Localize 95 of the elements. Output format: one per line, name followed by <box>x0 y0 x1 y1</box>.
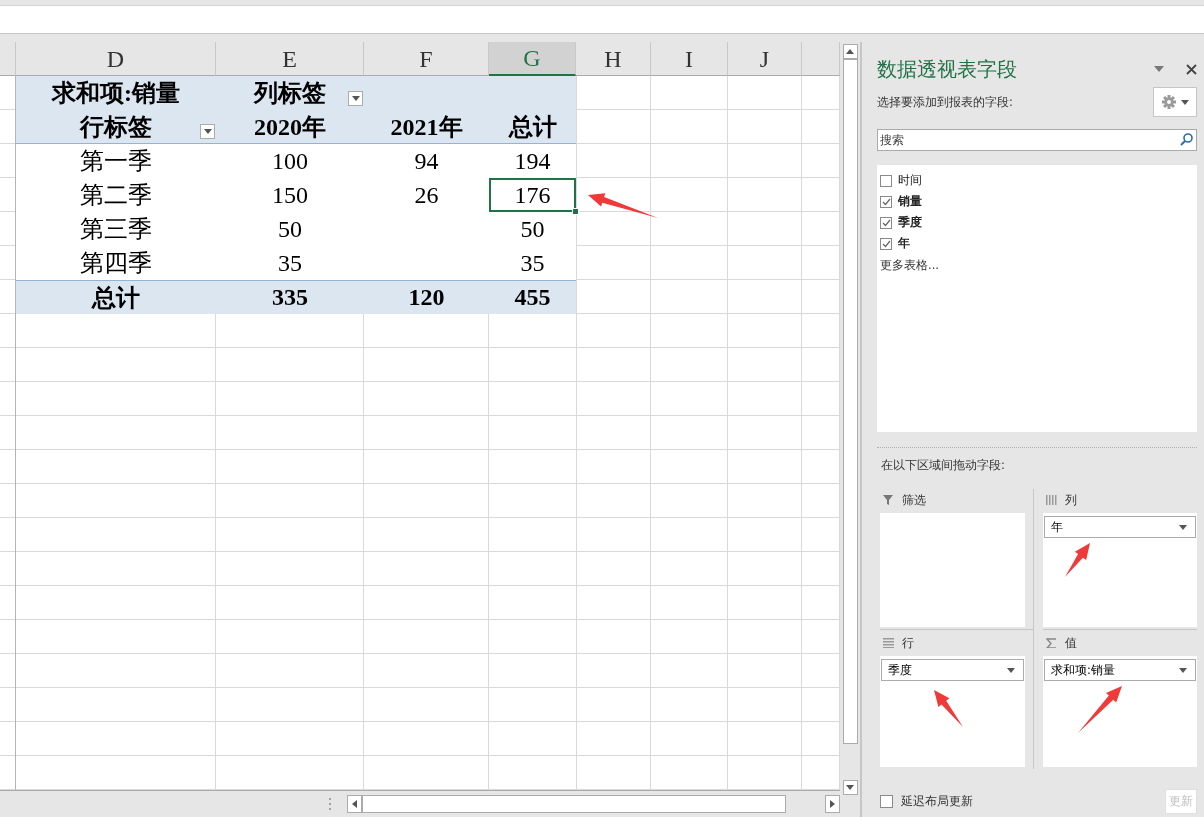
area-label: 筛选 <box>902 491 926 509</box>
checkbox[interactable] <box>880 216 892 229</box>
rows-icon <box>883 638 894 648</box>
table-cell-text: 50 <box>277 214 303 244</box>
scroll-right-button[interactable] <box>825 795 840 813</box>
drop-area[interactable]: 求和项:销量 <box>1043 656 1197 767</box>
caret-icon <box>203 129 212 134</box>
field-dropdown[interactable]: 季度 <box>881 659 1024 681</box>
table-cell-text: 335 <box>271 283 309 312</box>
more-tables-link[interactable]: 更多表格... <box>880 258 939 272</box>
filter-button[interactable] <box>348 91 363 106</box>
pane-title: 数据透视表字段 <box>877 55 1018 83</box>
checkbox[interactable] <box>880 174 892 187</box>
search-field[interactable]: 搜索 <box>877 129 1197 151</box>
filter-button[interactable] <box>200 124 215 139</box>
check-icon <box>881 197 891 206</box>
table-cell-text: 26 <box>413 180 440 210</box>
field-label[interactable]: 季度 <box>898 215 922 230</box>
table-cell-text: 总计 <box>90 283 141 313</box>
search-icon[interactable] <box>1180 133 1193 146</box>
columns-icon <box>1046 495 1057 505</box>
scroll-up-button[interactable] <box>842 44 858 59</box>
drop-area[interactable]: 季度 <box>880 656 1025 767</box>
table-cell-text: 100 <box>271 146 309 176</box>
table-cell-text: 列标签 <box>254 79 326 108</box>
checkbox[interactable] <box>880 195 892 208</box>
checkbox[interactable] <box>880 795 893 808</box>
column-header[interactable]: E <box>216 42 364 76</box>
field-label: 季度 <box>888 662 912 678</box>
table-cell-text: 50 <box>519 214 546 244</box>
table-cell-text: 150 <box>271 180 309 210</box>
caret-icon <box>1007 667 1015 673</box>
table-cell-text: 35 <box>277 248 303 278</box>
check-icon <box>881 239 891 248</box>
instruction-text: 选择要添加到报表的字段: <box>877 94 1013 110</box>
field-label[interactable]: 时间 <box>898 173 922 188</box>
annotation-arrow <box>934 690 963 727</box>
column-header[interactable]: I <box>651 42 728 76</box>
table-cell-text: 求和项:销量 <box>50 79 181 108</box>
column-header[interactable]: J <box>728 42 802 76</box>
sigma-icon <box>1046 638 1057 648</box>
caret-icon <box>1179 667 1187 673</box>
field-label: 求和项:销量 <box>1051 662 1115 678</box>
dropdown-icon[interactable] <box>1154 66 1164 72</box>
table-cell-text: 第三季 <box>79 215 153 244</box>
splitter-dots-icon[interactable] <box>328 797 332 811</box>
area-label: 行 <box>902 634 914 652</box>
up-arrow-icon <box>846 49 854 54</box>
field-dropdown[interactable]: 求和项:销量 <box>1044 659 1196 681</box>
annotation-arrow <box>1065 543 1090 577</box>
table-cell-text: 35 <box>519 248 546 278</box>
filter-icon <box>883 495 894 505</box>
caret-icon <box>351 96 360 101</box>
table-cell-text: 120 <box>407 283 446 312</box>
table-cell[interactable]: 176 <box>489 178 576 212</box>
field-dropdown[interactable]: 年 <box>1044 516 1196 538</box>
column-header[interactable]: G <box>489 42 576 76</box>
field-label[interactable]: 销量 <box>898 194 922 209</box>
caret-icon <box>1180 99 1189 105</box>
table-cell-text: 总计 <box>507 112 558 142</box>
checkbox-label[interactable]: 延迟布局更新 <box>901 794 973 809</box>
settings-icon <box>1161 95 1176 109</box>
caret-icon <box>1179 524 1187 530</box>
scrollbar-thumb[interactable] <box>842 59 858 744</box>
column-header[interactable]: D <box>16 42 216 76</box>
table-cell-text: 194 <box>513 146 552 176</box>
field-label: 年 <box>1051 519 1063 535</box>
table-cell-text: 行标签 <box>80 112 152 142</box>
annotation-arrow <box>1078 686 1122 733</box>
close-icon[interactable] <box>1186 63 1197 75</box>
left-arrow-icon <box>352 800 357 808</box>
table-cell-text: 第一季 <box>79 147 153 176</box>
scrollbar-thumb[interactable] <box>362 795 786 813</box>
fill-handle[interactable] <box>572 208 579 215</box>
scroll-down-button[interactable] <box>842 780 858 795</box>
scroll-left-button[interactable] <box>347 795 362 813</box>
table-cell-text: 2020年 <box>253 112 327 142</box>
right-arrow-icon <box>830 800 835 808</box>
area-label: 值 <box>1065 634 1077 652</box>
area-label: 列 <box>1065 491 1077 509</box>
field-label[interactable]: 年 <box>898 236 910 251</box>
check-icon <box>881 218 891 227</box>
annotation-arrow <box>588 193 658 218</box>
table-cell-text: 94 <box>413 146 440 176</box>
instruction-text: 在以下区域间拖动字段: <box>881 458 1005 472</box>
column-header[interactable]: H <box>576 42 651 76</box>
column-header[interactable]: F <box>364 42 489 76</box>
drop-area[interactable]: 年 <box>1043 513 1197 627</box>
table-cell-text: 455 <box>513 283 552 312</box>
settings-button[interactable] <box>1153 87 1197 117</box>
down-arrow-icon <box>846 785 854 790</box>
table-cell-text: 第二季 <box>79 181 153 210</box>
table-cell-text: 第四季 <box>79 249 153 278</box>
table-cell-text: 2021年 <box>389 112 464 142</box>
checkbox[interactable] <box>880 237 892 250</box>
